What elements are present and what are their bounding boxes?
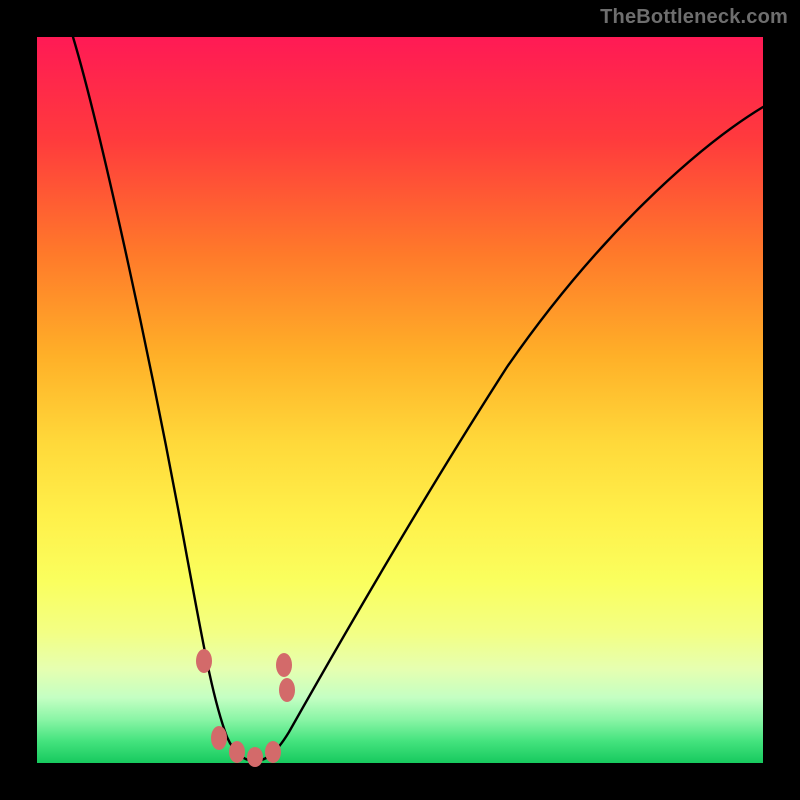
curve-marker	[247, 747, 263, 767]
watermark-text: TheBottleneck.com	[600, 6, 788, 29]
chart-frame: TheBottleneck.com	[0, 0, 800, 800]
curve-marker	[229, 741, 245, 763]
bottleneck-curve	[73, 37, 763, 761]
curve-marker	[196, 649, 212, 673]
plot-area	[37, 37, 763, 763]
curve-marker	[211, 726, 227, 750]
curve-marker	[265, 741, 281, 763]
curve-marker	[276, 653, 292, 677]
curve-marker	[279, 678, 295, 702]
curve-layer	[37, 37, 763, 763]
